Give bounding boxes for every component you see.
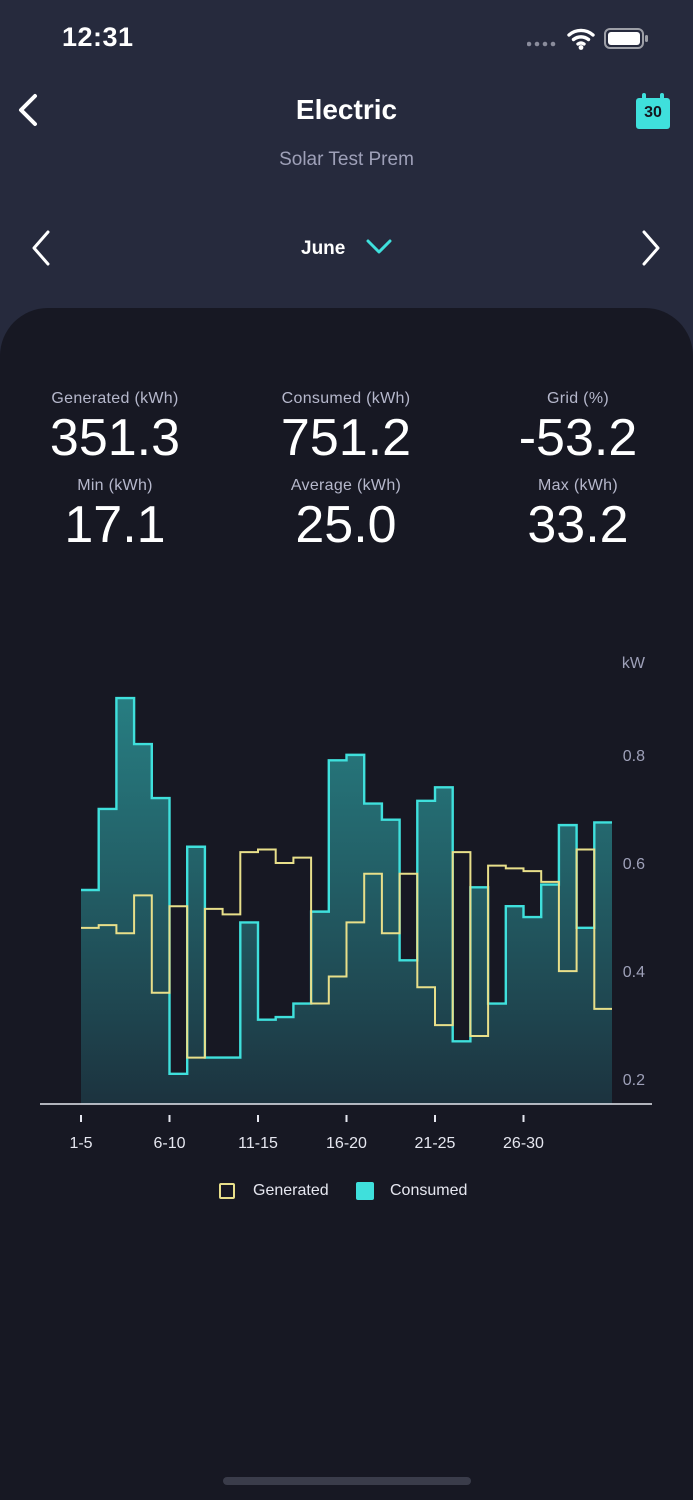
stat-value: 33.2 <box>527 496 629 554</box>
stat-consumed: Consumed (kWh) 751.2 <box>231 390 461 466</box>
x-tick-label: 6-10 <box>153 1135 185 1152</box>
y-axis-unit-label: kW <box>622 655 646 672</box>
stat-value: 17.1 <box>64 496 166 554</box>
chevron-left-icon <box>32 230 50 266</box>
x-tick-label: 1-5 <box>69 1135 92 1152</box>
status-time: 12:31 <box>62 22 134 52</box>
stat-generated: Generated (kWh) 351.3 <box>0 390 230 466</box>
stat-label: Average (kWh) <box>290 477 402 494</box>
stat-label: Grid (%) <box>547 390 609 407</box>
stat-value: -53.2 <box>518 409 638 467</box>
stat-max: Max (kWh) 33.2 <box>463 477 693 553</box>
legend-swatch <box>356 1182 374 1200</box>
stat-grid: Grid (%) -53.2 <box>463 390 693 466</box>
stat-value: 751.2 <box>280 409 412 467</box>
stat-average: Average (kWh) 25.0 <box>231 477 461 553</box>
wifi-icon <box>567 28 595 46</box>
period-label: June <box>301 238 346 259</box>
y-tick-label: 0.2 <box>623 1072 645 1089</box>
page-title: Electric <box>295 94 398 125</box>
period-dropdown[interactable]: June <box>280 232 415 266</box>
page-subtitle: Solar Test Prem <box>279 149 414 170</box>
previous-period-button[interactable] <box>26 226 60 270</box>
usage-chart: 1-5 6-10 11-15 16-20 21-25 26-30 0.2 0.4 0.6 0.8 k… <box>40 655 652 1152</box>
stat-value: 25.0 <box>295 496 397 554</box>
x-tick-label: 11-15 <box>238 1135 278 1152</box>
stat-label: Consumed (kWh) <box>281 390 411 407</box>
x-tick-label: 21-25 <box>415 1135 456 1152</box>
y-tick-label: 0.4 <box>623 964 645 981</box>
x-tick-label: 16-20 <box>326 1135 367 1152</box>
stat-label: Generated (kWh) <box>51 390 179 407</box>
status-icons <box>526 24 657 54</box>
calendar-button[interactable]: 30 <box>634 92 672 132</box>
stat-label: Max (kWh) <box>537 477 619 494</box>
chevron-right-icon <box>642 230 660 266</box>
stat-label: Min (kWh) <box>77 477 153 494</box>
chart-legend: Generated Consumed <box>0 1180 693 1206</box>
stat-min: Min (kWh) 17.1 <box>0 477 230 553</box>
legend-label: Generated <box>253 1182 329 1199</box>
legend-swatch <box>219 1183 235 1199</box>
battery-icon <box>604 28 648 49</box>
signal-dots-icon <box>526 41 556 47</box>
chevron-down-icon <box>366 239 392 254</box>
next-period-button[interactable] <box>634 226 668 270</box>
stat-value: 351.3 <box>49 409 181 467</box>
y-tick-label: 0.8 <box>623 748 645 765</box>
y-tick-label: 0.6 <box>623 856 645 873</box>
home-indicator[interactable] <box>223 1477 471 1485</box>
calendar-day-number: 30 <box>644 104 662 121</box>
x-tick-label: 26-30 <box>503 1135 544 1152</box>
legend-label: Consumed <box>390 1182 468 1199</box>
